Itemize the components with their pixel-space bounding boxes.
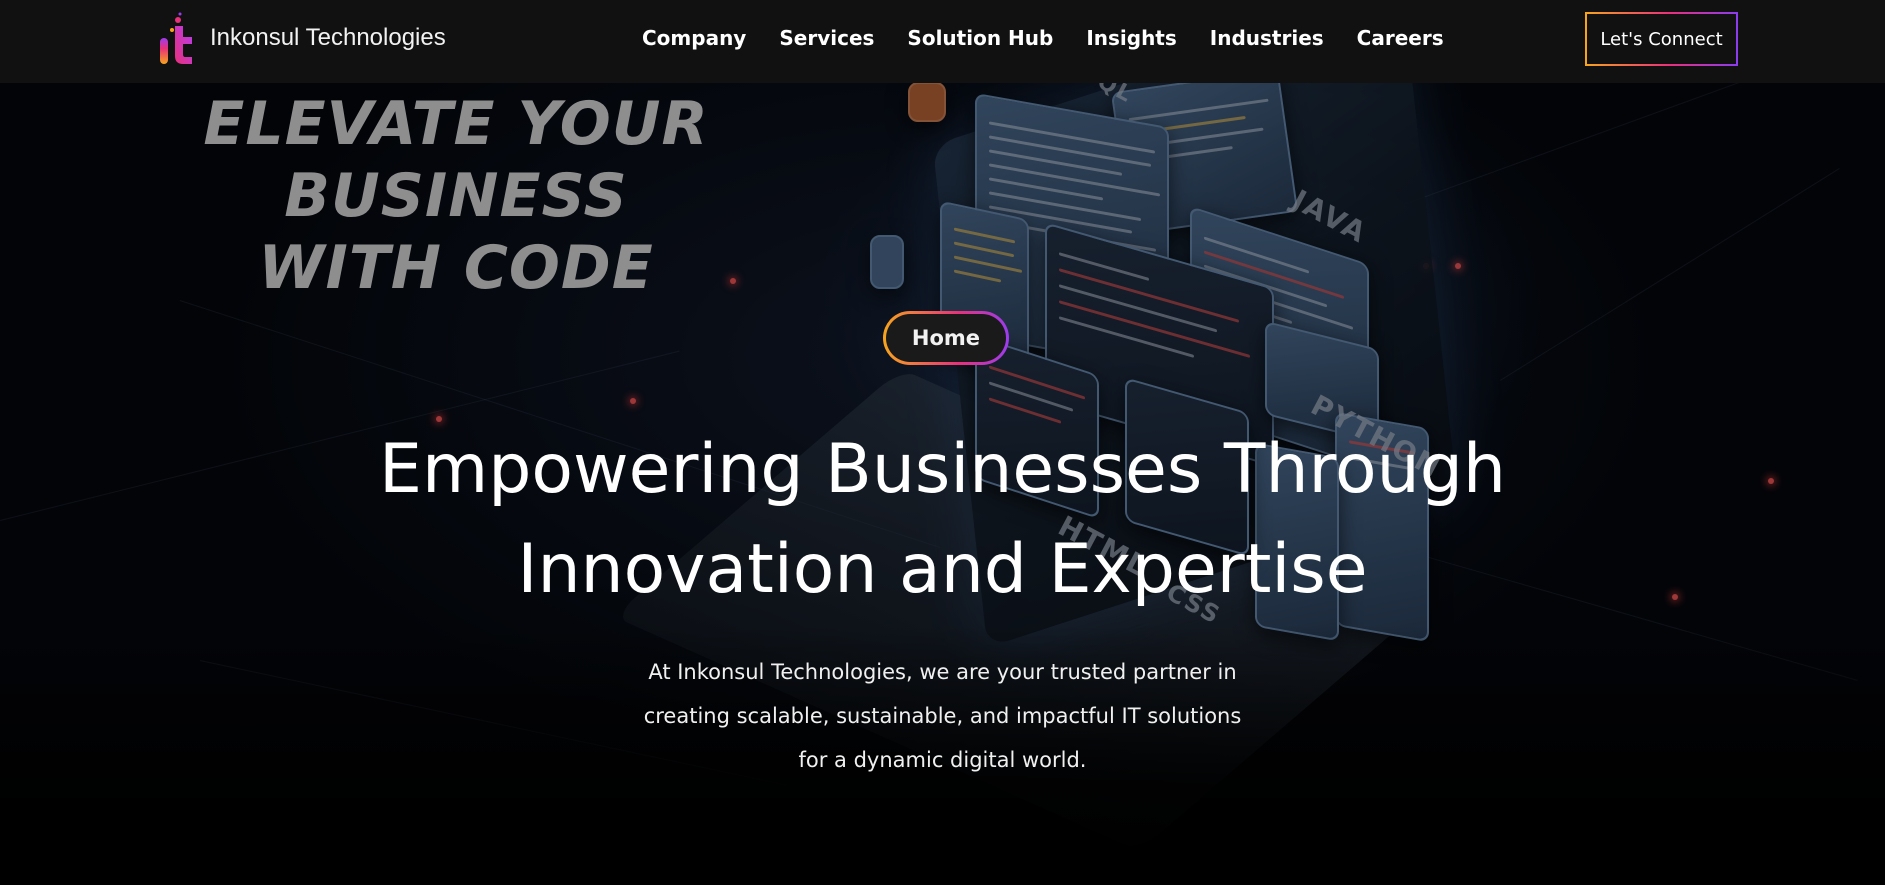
hero-description-line1: At Inkonsul Technologies, we are your tr… xyxy=(648,660,1237,684)
breadcrumb-home-button[interactable]: Home xyxy=(883,311,1009,365)
image-tagline-line2: WITH CODE xyxy=(258,233,654,303)
nav-item-solution-hub[interactable]: Solution Hub xyxy=(907,26,1053,50)
lets-connect-label: Let's Connect xyxy=(1587,14,1736,64)
brand-name[interactable]: Inkonsul Technologies xyxy=(210,24,446,52)
nav-item-company[interactable]: Company xyxy=(642,26,746,50)
image-tagline: ELEVATE YOUR BUSINESS WITH CODE xyxy=(56,88,856,304)
breadcrumb-home-label: Home xyxy=(886,314,1006,362)
hero-headline-line1: Empowering Businesses Through xyxy=(379,430,1506,509)
image-tagline-line1: ELEVATE YOUR BUSINESS xyxy=(203,89,709,231)
hero-description: At Inkonsul Technologies, we are your tr… xyxy=(560,650,1325,782)
lets-connect-button[interactable]: Let's Connect xyxy=(1585,12,1738,66)
nav-item-insights[interactable]: Insights xyxy=(1086,26,1176,50)
nav-item-services[interactable]: Services xyxy=(779,26,874,50)
hero-headline-line2: Innovation and Expertise xyxy=(517,530,1368,609)
brand-logo-icon[interactable] xyxy=(156,12,198,68)
hero-description-line3: for a dynamic digital world. xyxy=(798,748,1087,772)
main-nav: Company Services Solution Hub Insights I… xyxy=(642,26,1477,50)
nav-item-industries[interactable]: Industries xyxy=(1210,26,1324,50)
hero-description-line2: creating scalable, sustainable, and impa… xyxy=(643,704,1242,728)
hero-headline: Empowering Businesses Through Innovation… xyxy=(300,420,1585,620)
nav-item-careers[interactable]: Careers xyxy=(1357,26,1444,50)
site-header: Inkonsul Technologies Company Services S… xyxy=(0,0,1885,83)
